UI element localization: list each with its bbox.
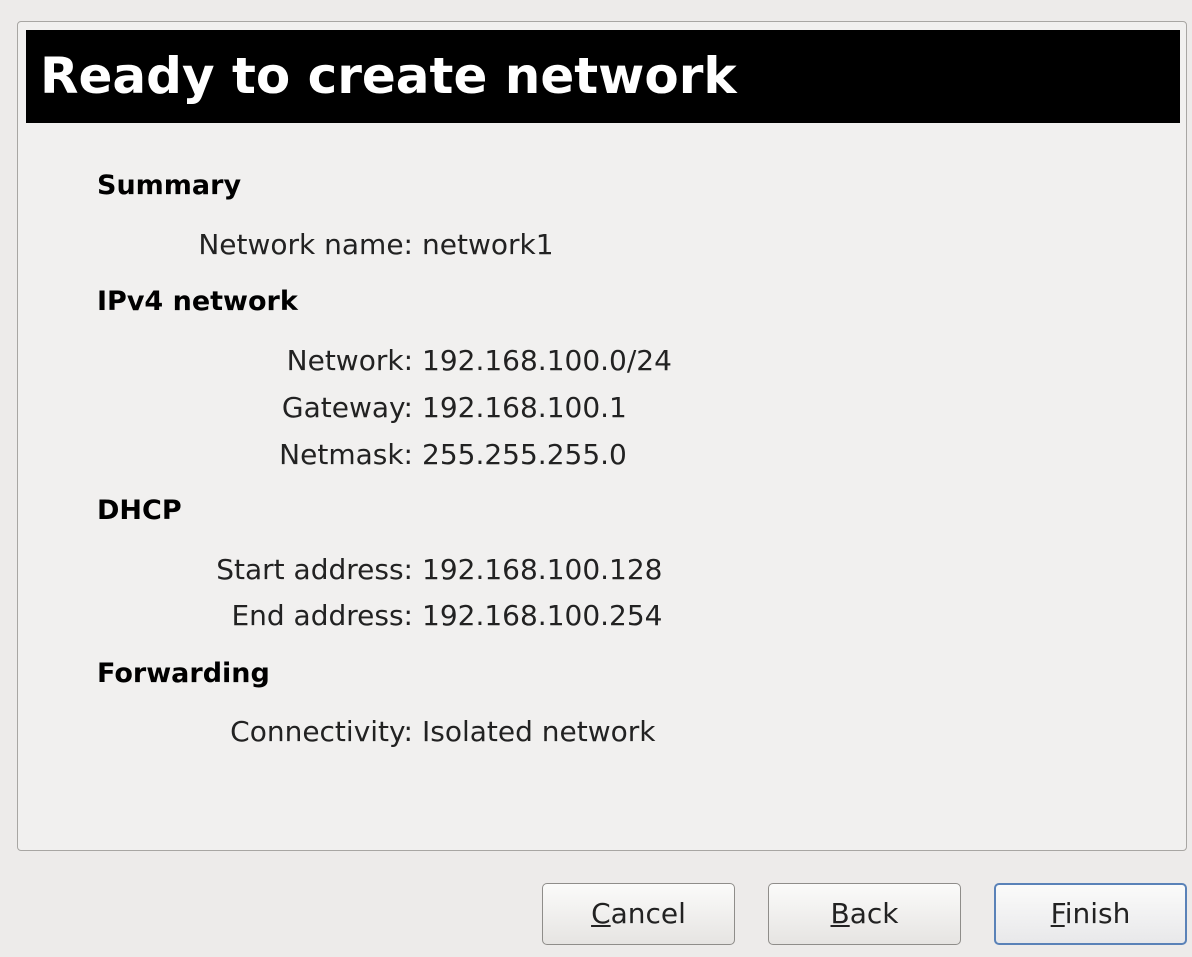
cancel-button[interactable]: Cancel xyxy=(542,883,735,945)
network-name-value: network1 xyxy=(422,228,554,261)
netmask-label: Netmask: xyxy=(279,438,413,471)
gateway-label: Gateway: xyxy=(281,391,413,424)
dhcp-end-row: End address: 192.168.100.254 xyxy=(18,598,1168,634)
dhcp-start-row: Start address: 192.168.100.128 xyxy=(18,552,1168,588)
network-name-row: Network name: network1 xyxy=(18,227,1168,263)
summary-section-title: Summary xyxy=(97,170,242,201)
finish-button-mnemonic: F xyxy=(1050,897,1065,930)
netmask-value: 255.255.255.0 xyxy=(422,438,627,471)
back-button-mnemonic: B xyxy=(830,897,850,930)
gateway-value: 192.168.100.1 xyxy=(422,391,627,424)
connectivity-value: Isolated network xyxy=(422,715,656,748)
gateway-row: Gateway: 192.168.100.1 xyxy=(18,390,1168,426)
dhcp-start-label: Start address: xyxy=(216,553,413,586)
connectivity-row: Connectivity: Isolated network xyxy=(18,714,1168,750)
dhcp-end-value: 192.168.100.254 xyxy=(422,599,663,632)
netmask-row: Netmask: 255.255.255.0 xyxy=(18,437,1168,473)
network-name-label: Network name: xyxy=(198,228,413,261)
page-title: Ready to create network xyxy=(40,47,737,105)
dhcp-start-value: 192.168.100.128 xyxy=(422,553,663,586)
page-title-bar: Ready to create network xyxy=(26,30,1180,123)
forwarding-section-title: Forwarding xyxy=(97,658,270,689)
back-button-label: ack xyxy=(849,897,899,930)
finish-button-label: inish xyxy=(1064,897,1131,930)
summary-panel: Ready to create network Summary Network … xyxy=(17,21,1187,851)
ipv4-network-value: 192.168.100.0/24 xyxy=(422,344,672,377)
cancel-button-label: ancel xyxy=(610,897,686,930)
back-button[interactable]: Back xyxy=(768,883,961,945)
cancel-button-mnemonic: C xyxy=(591,897,611,930)
ipv4-network-row: Network: 192.168.100.0/24 xyxy=(18,343,1168,379)
dhcp-end-label: End address: xyxy=(231,599,413,632)
finish-button[interactable]: Finish xyxy=(994,883,1187,945)
connectivity-label: Connectivity: xyxy=(230,715,413,748)
create-network-dialog: Ready to create network Summary Network … xyxy=(0,0,1192,957)
ipv4-section-title: IPv4 network xyxy=(97,286,298,317)
ipv4-network-label: Network: xyxy=(286,344,413,377)
dhcp-section-title: DHCP xyxy=(97,495,182,526)
